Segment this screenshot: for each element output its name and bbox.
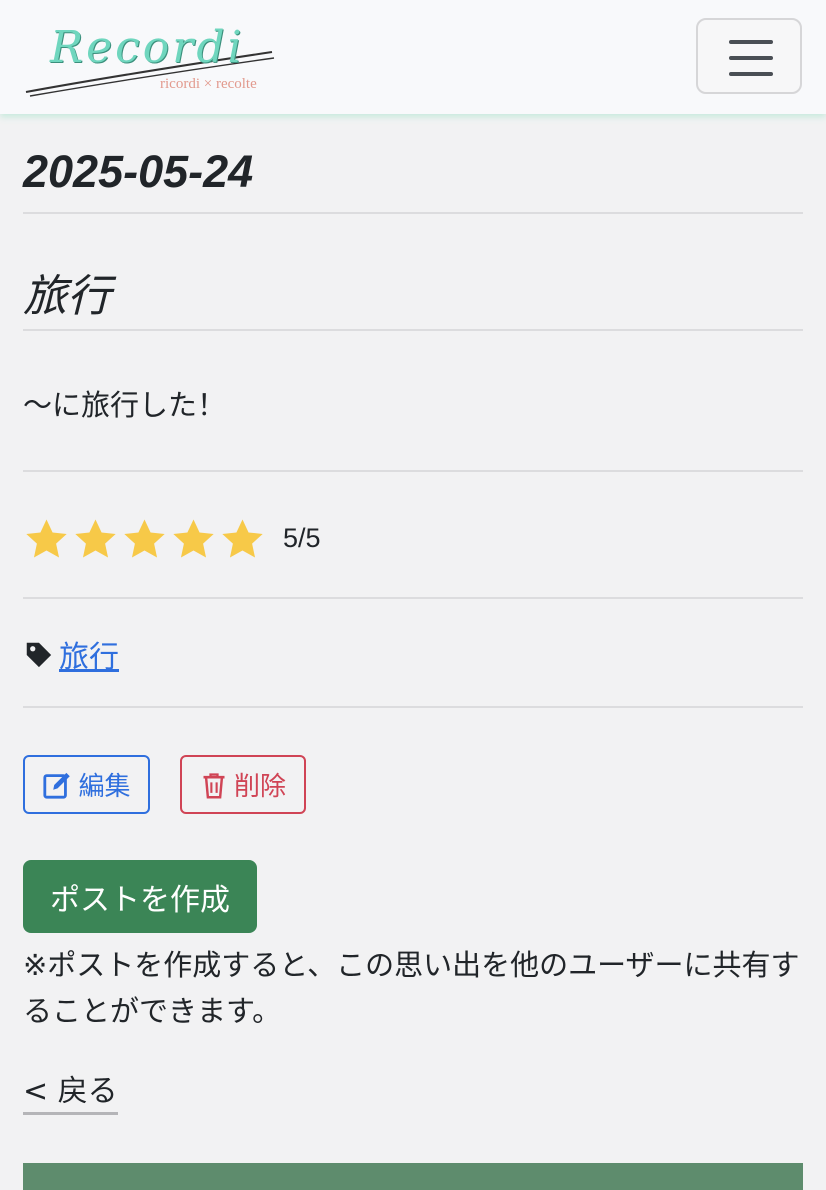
footer [23, 1163, 803, 1190]
rating-text: 5/5 [283, 523, 321, 553]
star-icon [26, 519, 67, 558]
hamburger-icon [729, 40, 773, 44]
edit-button-label: 編集 [78, 772, 131, 802]
trash-icon [203, 772, 225, 798]
divider [23, 470, 803, 472]
back-link[interactable]: < 戻る [23, 1066, 118, 1115]
divider [23, 212, 803, 214]
tag-row: 旅行 [23, 632, 119, 676]
tag-icon [26, 642, 52, 668]
star-icon [124, 519, 165, 558]
hamburger-icon-line [729, 72, 773, 76]
memory-date: 2025-05-24 [23, 146, 254, 197]
post-note: ※ポストを作成すると、この思い出を他のユーザーに共有することができます。 [23, 948, 800, 1028]
tag-link[interactable]: 旅行 [59, 632, 119, 676]
divider [23, 329, 803, 331]
divider [23, 597, 803, 599]
logo[interactable]: Recordi ricordi × recolte [22, 8, 282, 102]
logo-title: Recordi [50, 22, 245, 73]
pencil-square-icon [43, 772, 71, 799]
memory-body: 〜に旅行した！ [23, 388, 227, 422]
hamburger-icon-line [729, 56, 773, 60]
create-post-button[interactable]: ポストを作成 [23, 860, 257, 933]
logo-subtitle: ricordi × recolte [160, 76, 257, 92]
memory-title: 旅行 [23, 271, 111, 322]
navbar: Recordi ricordi × recolte [0, 0, 826, 114]
delete-button-label: 削除 [233, 772, 286, 802]
edit-button[interactable]: 編集 [23, 755, 150, 814]
star-icon [222, 519, 263, 558]
star-icon [75, 519, 116, 558]
divider [23, 706, 803, 708]
menu-toggle-button[interactable] [696, 18, 802, 94]
rating-stars [23, 514, 268, 564]
star-icon [173, 519, 214, 558]
delete-button[interactable]: 削除 [180, 755, 306, 814]
